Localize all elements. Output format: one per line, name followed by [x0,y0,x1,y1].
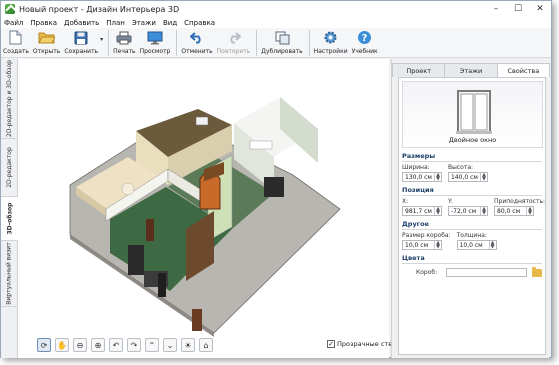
app-logo-icon [5,4,15,14]
duplicate-button[interactable]: Дублировать [261,28,303,58]
window-title: Новый проект - Дизайн Интерьера 3D [19,4,180,14]
view-toolbar: ⟳ ✋ ⊖ ⊕ ↶ ↷ ⌃ ⌄ ☀ ⌂ [37,338,217,352]
close-button[interactable]: ✕ [529,1,551,17]
3d-viewport[interactable] [18,59,389,358]
open-button[interactable]: Открыть [33,28,60,58]
menu-help[interactable]: Справка [184,19,215,27]
undo-button[interactable]: Отменить [181,28,213,58]
box-size-spinner[interactable]: 10,0 см ▲ ▼ [402,240,442,250]
main-toolbar: Создать Открыть Сохранить ▾ Печать Просм… [1,28,551,58]
menu-plan[interactable]: План [106,19,125,27]
toolbar-separator [108,30,110,56]
folder-open-icon [38,30,56,45]
x-spinner[interactable]: 981,7 см ▲ ▼ [402,206,442,216]
toolbar-separator [176,30,178,56]
printer-icon [116,30,133,45]
colors-section-title: Цвета [402,254,542,264]
save-button[interactable]: Сохранить [64,28,98,58]
menu-file[interactable]: Файл [4,19,23,27]
menu-floors[interactable]: Этажи [132,19,156,27]
checkbox-box[interactable]: ✓ [327,340,335,348]
floppy-disk-icon [73,30,90,45]
properties-panel: Проект Этажи Свойства Двойное окно Разме… [391,59,550,358]
y-spinner[interactable]: -72,0 см ▲ ▼ [448,206,488,216]
tilt-up-icon[interactable]: ⌃ [145,338,159,352]
object-name: Двойное окно [448,136,497,144]
width-spinner[interactable]: 130,0 см ▲ ▼ [402,172,442,182]
tutorial-button[interactable]: ? Учебник [352,28,378,58]
size-section-title: Размеры [402,152,542,162]
box-color-field[interactable] [445,268,528,277]
help-question-icon: ? [356,30,373,45]
double-window-icon [456,90,492,134]
redo-button[interactable]: Повторить [217,28,250,58]
rotate-left-icon[interactable]: ↶ [109,338,123,352]
tab-3d-view[interactable]: 3D-обзор [1,197,18,241]
folder-icon[interactable] [532,266,542,277]
panel-tabs: Проект Этажи Свойства [392,63,550,77]
height-spinner[interactable]: 140,0 см ▲ ▼ [448,172,488,182]
undo-arrow-icon [189,30,206,45]
3d-floor-plan-render[interactable] [18,59,389,337]
object-preview: Двойное окно [402,81,543,148]
monitor-icon [146,30,163,45]
tab-floors[interactable]: Этажи [444,63,498,77]
menu-bar: Файл Правка Добавить План Этажи Вид Спра… [1,17,551,28]
settings-button[interactable]: Настройки [314,28,348,58]
lightbulb-icon[interactable]: ☀ [181,338,195,352]
redo-arrow-icon [225,30,242,45]
elevation-spinner[interactable]: 80,0 см ▲ ▼ [494,206,534,216]
svg-text:?: ? [362,33,368,44]
home-icon[interactable]: ⌂ [199,338,213,352]
toolbar-separator [256,30,258,56]
save-dropdown-arrow[interactable]: ▾ [100,36,103,43]
gear-icon [322,30,339,45]
duplicate-icon [274,30,291,45]
maximize-button[interactable]: ☐ [507,1,529,17]
tab-properties[interactable]: Свойства [496,63,550,77]
menu-add[interactable]: Добавить [64,19,99,27]
minimize-button[interactable]: – [485,1,507,17]
new-document-icon [7,30,24,45]
properties-content: Двойное окно Размеры Ширина: 130,0 см ▲ ▼ … [398,77,546,355]
zoom-out-icon[interactable]: ⊖ [73,338,87,352]
menu-edit[interactable]: Правка [30,19,57,27]
hand-icon[interactable]: ✋ [55,338,69,352]
tab-project[interactable]: Проект [392,63,446,77]
app-window: Новый проект - Дизайн Интерьера 3D – ☐ ✕… [0,0,552,358]
other-section-title: Другое [402,220,542,230]
tab-2d-editor[interactable]: 2D-редактор [1,139,18,197]
tab-2d-and-3d[interactable]: 2D-редактор и 3D-обзор [1,59,18,139]
box-color-label: Короб: [416,269,438,276]
position-section-title: Позиция [402,186,542,196]
rotate-right-icon[interactable]: ↷ [127,338,141,352]
toolbar-separator [308,30,310,56]
rotate-icon[interactable]: ⟳ [37,338,51,352]
create-button[interactable]: Создать [3,28,29,58]
view-mode-tabs: 2D-редактор и 3D-обзор 2D-редактор 3D-об… [1,59,18,358]
zoom-in-icon[interactable]: ⊕ [91,338,105,352]
title-bar: Новый проект - Дизайн Интерьера 3D – ☐ ✕ [1,1,551,17]
menu-view[interactable]: Вид [163,19,177,27]
thickness-spinner[interactable]: 10,0 см ▲ ▼ [456,240,497,250]
tab-virtual-tour[interactable]: Виртуальный визит [1,241,18,307]
preview-button[interactable]: Просмотр [140,28,170,58]
tilt-down-icon[interactable]: ⌄ [163,338,177,352]
print-button[interactable]: Печать [113,28,136,58]
